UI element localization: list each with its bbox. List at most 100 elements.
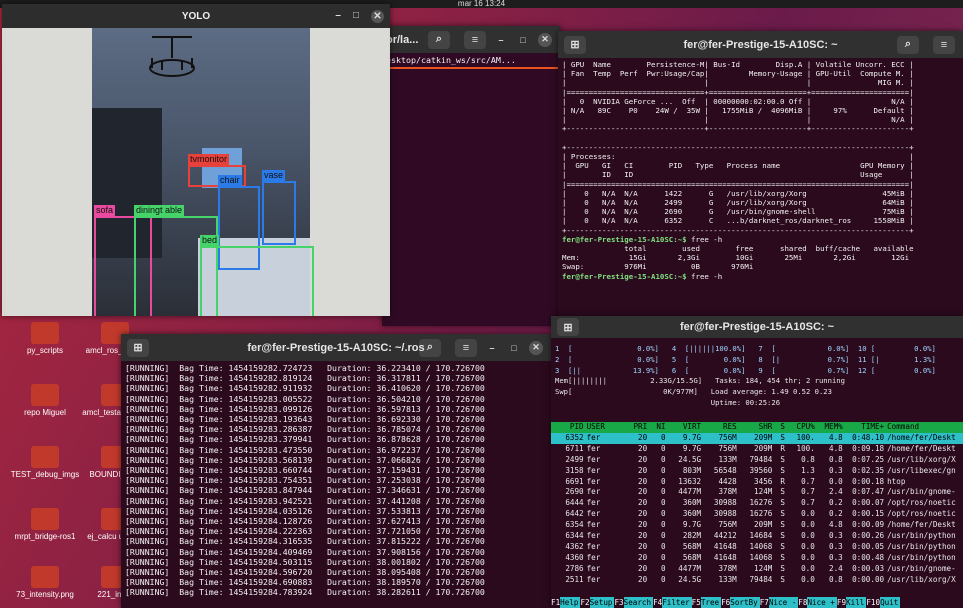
desktop-icon[interactable]: py_scripts <box>10 322 80 355</box>
rosbag-terminal-window[interactable]: ⊞ fer@fer-Prestige-15-A10SC: ~/.ros ⌕ ≡ … <box>121 334 551 608</box>
table-row[interactable]: 2786 fer 20 0 4477M 378M 124M S 0.0 2.4 0:00.03/us… <box>551 564 963 575</box>
fkey-label[interactable]: Setup <box>589 597 615 608</box>
table-row[interactable]: 6344 fer 20 0 282M 44212 14684 S 0.0 0.3 0:00.26/u… <box>551 531 963 542</box>
terminal-line: | N/A 89C P0 24W / 35W | 1755MiB / 4096M… <box>562 106 914 116</box>
desktop-icon[interactable]: repo Miguel <box>10 384 80 417</box>
table-cell: /home/fer/Deskt <box>887 520 956 530</box>
path-line: esktop/catkin_ws/src/AM... <box>382 53 560 70</box>
clock[interactable]: mar 16 13:24 <box>458 0 505 8</box>
table-row[interactable]: 6442 fer 20 0 360M 30988 16276 S 0.0 0.2 0:00.15/o… <box>551 509 963 520</box>
table-cell: 20 <box>638 563 648 573</box>
process-table[interactable]: PID USER PRI NI VIRT RES SHR S CPU% MEM% TIME+ Comm… <box>551 422 963 586</box>
table-cell: 0.0 <box>801 574 815 584</box>
table-row[interactable]: 6354 fer 20 0 9.7G 756M 209M S 0.0 4.8 0:00.09/hom… <box>551 520 963 531</box>
terminal-line: [RUNNING] Bag Time: 1454159283.847944 Du… <box>125 485 485 496</box>
fkey-label[interactable]: SortBy <box>730 597 760 608</box>
table-cell: 9.7G <box>682 443 702 453</box>
terminal-line: | Processes: | <box>562 152 914 162</box>
fkey-number: F4 <box>653 598 663 607</box>
table-cell: S <box>780 574 785 584</box>
table-cell: 4477M <box>678 563 702 573</box>
table-row[interactable]: 2511 fer 20 0 24.5G 133M 79484 S 0.0 0.8 0:00.00/u… <box>551 575 963 586</box>
table-row[interactable]: 6352 fer 20 0 9.7G 756M 209M S 100. 4.8 0:48.10/ho… <box>551 432 963 444</box>
search-button[interactable]: ⌕ <box>428 30 450 49</box>
new-tab-icon: ⊞ <box>563 321 573 334</box>
table-cell: S <box>780 520 785 530</box>
search-button[interactable]: ⌕ <box>419 338 441 357</box>
table-cell: 0:00.15 <box>852 509 885 519</box>
terminal-line: | GPU Name Persistence-M| Bus-Id Disp.A … <box>562 60 914 69</box>
terminal-line: +-------------------------------+-------… <box>562 124 914 134</box>
terminal-line: [RUNNING] Bag Time: 1454159282.911932 Du… <box>125 383 485 394</box>
fkey-label[interactable]: Help <box>560 597 581 608</box>
table-cell: USER <box>586 422 605 431</box>
table-cell: fer <box>586 454 601 464</box>
prompt-line: fer@fer-Prestige-15-A10SC:~$ free -h <box>562 235 959 244</box>
table-cell: 0 <box>660 509 666 519</box>
table-cell: S <box>780 509 785 519</box>
fkey-label[interactable]: Nice - <box>768 597 799 608</box>
table-cell: 20 <box>638 520 648 530</box>
table-cell: 0:00.07 <box>852 498 885 508</box>
new-tab-button[interactable]: ⊞ <box>564 35 586 54</box>
table-cell: 133M <box>718 454 737 464</box>
terminal-line: Uptime: 00:25:26 <box>555 397 781 407</box>
table-row[interactable]: 4360 fer 20 0 568M 41648 14068 S 0.0 0.3 0:00.48/u… <box>551 553 963 564</box>
table-cell: /home/fer/Deskt <box>887 432 956 442</box>
folder-icon <box>31 566 59 588</box>
fkey-label[interactable]: Search <box>623 597 654 608</box>
htop-terminal-window[interactable]: ⊞ fer@fer-Prestige-15-A10SC: ~ 1 [ 0.0%]… <box>551 316 963 608</box>
desktop-icon[interactable]: TEST_debug_imgs <box>10 446 80 479</box>
minimize-button[interactable]: – <box>485 341 499 355</box>
terminal-output[interactable]: | GPU Name Persistence-M| Bus-Id Disp.A … <box>558 58 963 283</box>
detection-box <box>262 181 296 245</box>
desktop-icon[interactable]: mrpt_bridge-ros1 <box>10 508 80 541</box>
menu-button[interactable]: ≡ <box>933 35 955 54</box>
table-row[interactable]: 3158 fer 20 0 803M 56548 39560 S 1.3 0.3 0:02.35/u… <box>551 466 963 477</box>
table-cell: S <box>780 563 785 573</box>
maximize-button[interactable]: □ <box>507 341 521 355</box>
close-button[interactable]: ✕ <box>529 340 543 355</box>
terminal-line: [RUNNING] Bag Time: 1454159284.222363 Du… <box>125 526 485 537</box>
detection-label: bed <box>200 235 220 246</box>
table-row[interactable]: PID USER PRI NI VIRT RES SHR S CPU% MEM% TIME+ Comm… <box>551 422 963 433</box>
desktop-icon[interactable]: 73_intensity.png <box>10 566 80 599</box>
fkey-number: F7 <box>759 598 769 607</box>
menu-button[interactable]: ≡ <box>464 30 486 49</box>
table-row[interactable]: 6711 fer 20 0 9.7G 756M 209M R 100. 4.8 0:09.18/ho… <box>551 444 963 455</box>
folder-icon <box>31 384 59 406</box>
table-cell: /usr/lib/xorg/X <box>887 574 956 584</box>
fkey-label[interactable]: Tree <box>700 597 722 608</box>
table-cell: 568M <box>682 541 702 551</box>
search-button[interactable]: ⌕ <box>897 35 919 54</box>
table-cell: 41648 <box>713 541 737 551</box>
close-button[interactable]: ✕ <box>538 32 552 47</box>
table-row[interactable]: 6444 fer 20 0 360M 30988 16276 S 0.7 0.2 0:00.07/o… <box>551 498 963 509</box>
table-cell: 0:00.18 <box>852 476 885 486</box>
bg-terminal-window[interactable]: or/la... ⌕ ≡ – □ ✕ esktop/catkin_ws/src/… <box>382 26 560 326</box>
yolo-window[interactable]: YOLO – □ ✕ tvmonitor chair vase sofa diningt… <box>2 4 390 316</box>
table-cell: /opt/ros/noetic <box>887 498 956 508</box>
table-row[interactable]: 2690 fer 20 0 4477M 378M 124M S 0.7 2.4 0:07.47/us… <box>551 487 963 498</box>
terminal-line: [RUNNING] Bag Time: 1454159282.819124 Du… <box>125 373 485 384</box>
table-cell: 4477M <box>678 487 702 497</box>
maximize-button[interactable]: □ <box>516 33 530 47</box>
fkey-label[interactable]: Kill <box>846 597 867 608</box>
fkey-label[interactable]: Nice + <box>807 597 837 608</box>
table-cell: 1.3 <box>801 465 815 475</box>
new-tab-button[interactable]: ⊞ <box>127 338 149 357</box>
fkey-label[interactable]: Quit <box>880 597 901 608</box>
table-cell: /usr/bin/gnome- <box>887 487 956 497</box>
table-row[interactable]: 4362 fer 20 0 568M 41648 14068 S 0.0 0.3 0:00.05/u… <box>551 542 963 553</box>
nvidia-terminal-window[interactable]: ⊞ fer@fer-Prestige-15-A10SC: ~ ⌕ ≡ | GPU… <box>558 31 963 317</box>
menu-button[interactable]: ≡ <box>455 338 477 357</box>
new-tab-icon: ⊞ <box>570 39 580 51</box>
desktop-icon-label: mrpt_bridge-ros1 <box>14 532 76 541</box>
terminal-output[interactable]: [RUNNING] Bag Time: 1454159282.724723 Du… <box>121 361 551 600</box>
table-cell: 9.7G <box>682 432 702 442</box>
new-tab-button[interactable]: ⊞ <box>557 318 579 336</box>
table-row[interactable]: 6691 fer 20 0 13632 4428 3456 R 0.7 0.0 0:00.18 hto… <box>551 477 963 488</box>
table-row[interactable]: 2499 fer 20 0 24.5G 133M 79484 S 0.8 0.8 0:07.25/u… <box>551 455 963 466</box>
fkey-label[interactable]: Filter <box>662 597 692 608</box>
minimize-button[interactable]: – <box>494 33 508 47</box>
